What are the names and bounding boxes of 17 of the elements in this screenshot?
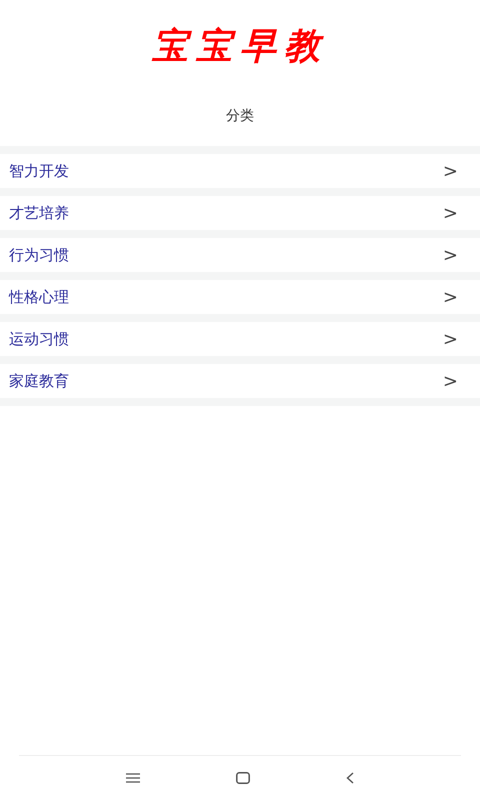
back-icon[interactable] xyxy=(346,772,354,784)
app-title: 宝宝早教 xyxy=(152,24,328,68)
category-item[interactable]: 家庭教育 > xyxy=(0,364,480,398)
category-item[interactable]: 运动习惯 > xyxy=(0,322,480,356)
chevron: > xyxy=(442,160,458,182)
chevron: > xyxy=(442,370,458,392)
category-item[interactable]: 智力开发 > xyxy=(0,154,480,188)
category-item[interactable]: 才艺培养 > xyxy=(0,196,480,230)
menu-icon[interactable] xyxy=(126,772,140,784)
chevron: > xyxy=(442,202,458,224)
home-icon[interactable] xyxy=(236,772,250,784)
chevron: > xyxy=(442,286,458,308)
section-title: 分类 xyxy=(226,107,254,126)
category-item[interactable]: 性格心理 > xyxy=(0,280,480,314)
category-item[interactable]: 行为习惯 > xyxy=(0,238,480,272)
chevron: > xyxy=(442,328,458,350)
chevron: > xyxy=(442,244,458,266)
